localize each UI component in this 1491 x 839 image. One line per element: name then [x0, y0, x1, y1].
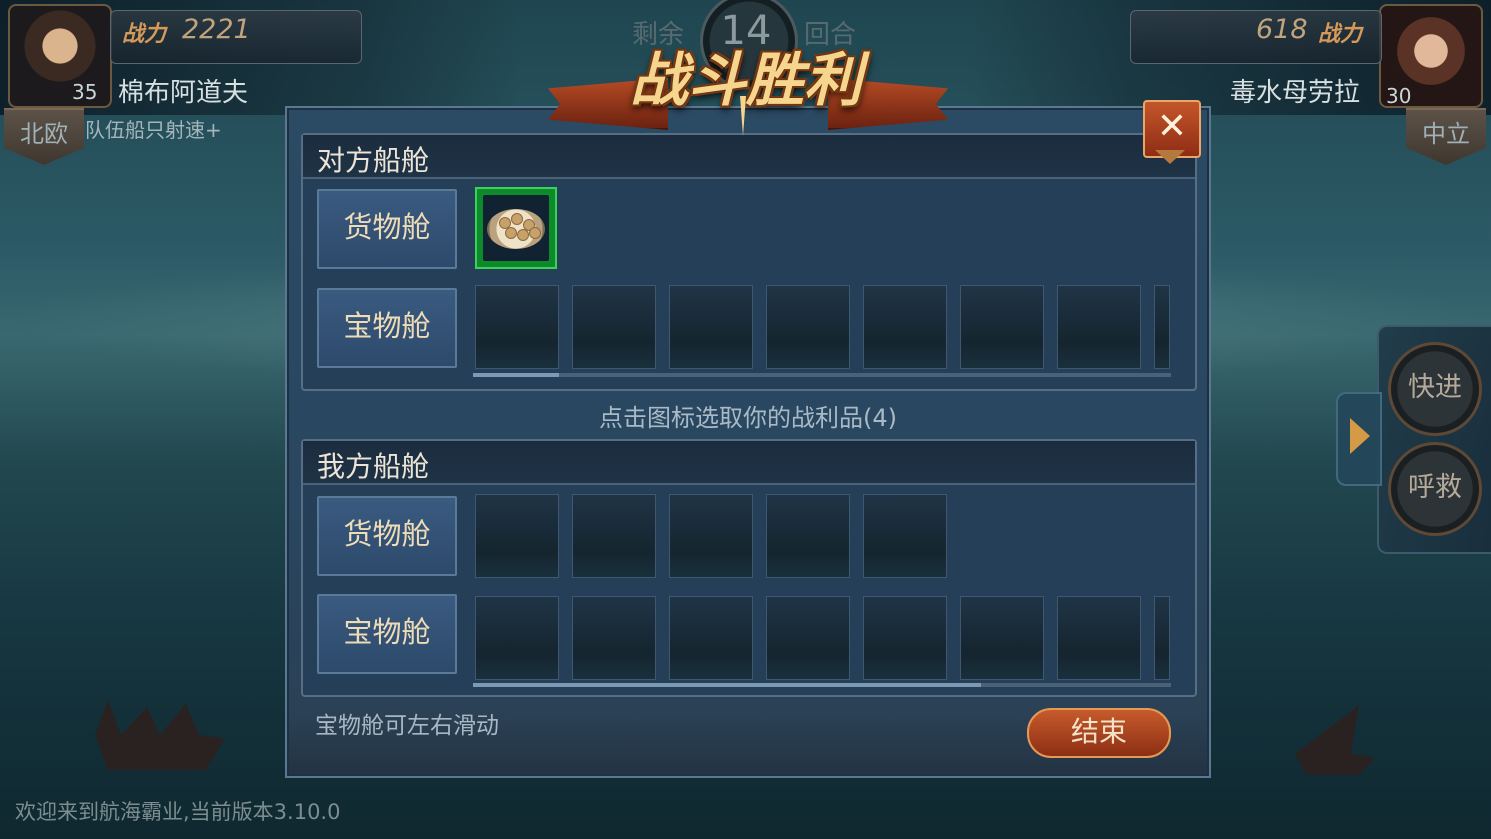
grain-dot — [505, 227, 517, 239]
cargo-slot[interactable] — [863, 494, 947, 578]
loot-dialog: 对方船舱 货物舱 宝物舱 点击图标选取你的战利品(4) 我方船舱 货物舱 宝物舱… — [285, 106, 1211, 778]
grain-dot — [529, 227, 541, 239]
right-player-level: 30 — [1386, 84, 1412, 108]
my-hold-title: 我方船舱 — [317, 450, 430, 483]
cargo-slot[interactable] — [572, 494, 656, 578]
treasure-slot[interactable] — [572, 285, 656, 369]
enemy-hold-header: 对方船舱 — [303, 135, 1195, 179]
background-ship — [95, 700, 225, 770]
close-icon: ✕ — [1156, 106, 1188, 147]
grain-dot — [511, 213, 523, 225]
treasure-slot[interactable] — [863, 596, 947, 680]
treasure-slot[interactable] — [669, 285, 753, 369]
fast-forward-button[interactable]: 快进 — [1388, 342, 1482, 436]
welcome-message: 欢迎来到航海霸业,当前版本3.10.0 — [15, 800, 341, 824]
grain-dot — [517, 229, 529, 241]
my-hold-section: 我方船舱 货物舱 宝物舱 — [301, 439, 1197, 697]
right-faction-badge: 中立 — [1406, 108, 1486, 165]
enemy-treasure-hold-button[interactable]: 宝物舱 — [317, 288, 457, 368]
right-power-value: 618 — [1256, 14, 1308, 45]
left-faction-badge: 北欧 — [4, 108, 84, 165]
loot-item-slot[interactable] — [475, 187, 557, 269]
treasure-slot[interactable] — [1154, 596, 1170, 680]
close-button[interactable]: ✕ — [1143, 100, 1201, 158]
treasure-slot[interactable] — [475, 596, 559, 680]
left-player-level: 35 — [72, 80, 98, 104]
enemy-cargo-hold-button[interactable]: 货物舱 — [317, 189, 457, 269]
left-power-value: 2221 — [182, 14, 251, 45]
loot-pick-hint: 点击图标选取你的战利品(4) — [599, 404, 897, 432]
treasure-slot[interactable] — [1154, 285, 1170, 369]
treasure-slot[interactable] — [669, 596, 753, 680]
arrow-right-icon — [1350, 418, 1370, 454]
treasure-slot[interactable] — [766, 596, 850, 680]
end-button[interactable]: 结束 — [1027, 708, 1171, 758]
my-hold-header: 我方船舱 — [303, 441, 1195, 485]
right-player-name: 毒水母劳拉 — [1230, 78, 1361, 108]
right-power-label: 战力 — [1318, 22, 1363, 47]
treasure-slot[interactable] — [766, 285, 850, 369]
victory-banner-title: 战斗胜利 — [629, 46, 862, 114]
swipe-hint: 宝物舱可左右滑动 — [315, 713, 499, 739]
food-plate-icon — [483, 195, 549, 261]
treasure-slot[interactable] — [572, 596, 656, 680]
left-power-label: 战力 — [122, 22, 167, 47]
treasure-scrollbar[interactable] — [473, 373, 1171, 377]
treasure-slot[interactable] — [960, 596, 1044, 680]
background-ship — [1295, 705, 1375, 775]
treasure-scroll-thumb[interactable] — [473, 683, 981, 687]
cargo-slot[interactable] — [669, 494, 753, 578]
team-buff-text: 队伍船只射速+ — [85, 118, 222, 142]
treasure-slot[interactable] — [960, 285, 1044, 369]
cargo-slot[interactable] — [766, 494, 850, 578]
enemy-hold-section: 对方船舱 货物舱 宝物舱 — [301, 133, 1197, 391]
treasure-slot[interactable] — [1057, 596, 1141, 680]
treasure-slot[interactable] — [1057, 285, 1141, 369]
my-treasure-hold-button[interactable]: 宝物舱 — [317, 594, 457, 674]
call-help-button[interactable]: 呼救 — [1388, 442, 1482, 536]
enemy-hold-title: 对方船舱 — [317, 144, 430, 177]
treasure-slot[interactable] — [475, 285, 559, 369]
treasure-slot[interactable] — [863, 285, 947, 369]
my-cargo-hold-button[interactable]: 货物舱 — [317, 496, 457, 576]
left-player-name: 棉布阿道夫 — [118, 78, 249, 108]
treasure-scroll-thumb[interactable] — [473, 373, 559, 377]
cargo-slot[interactable] — [475, 494, 559, 578]
